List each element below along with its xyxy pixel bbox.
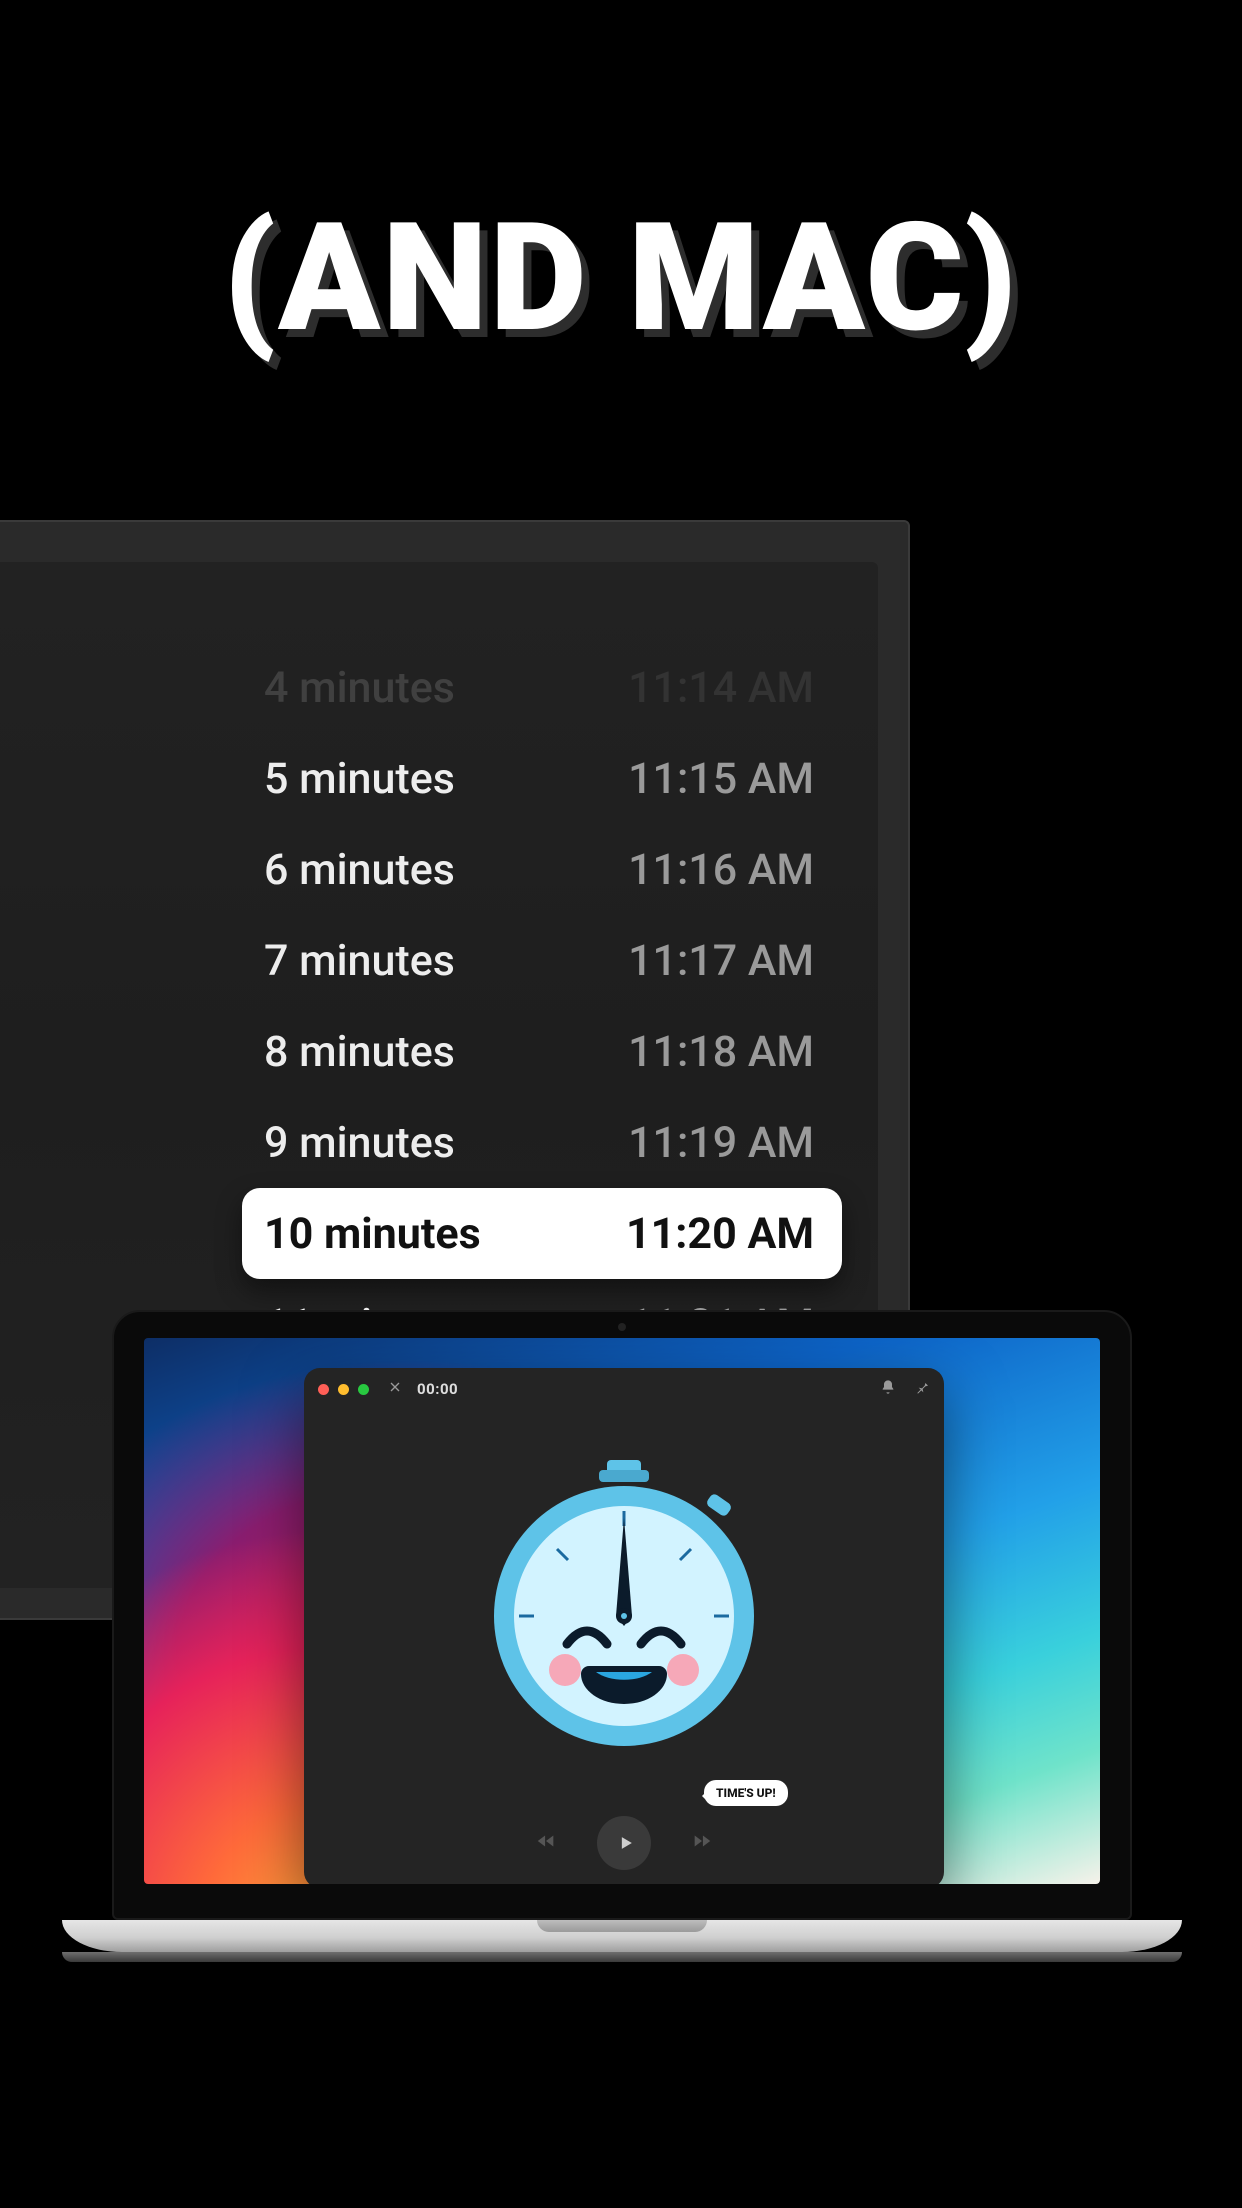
picker-time: 11:18 AM [628, 1027, 814, 1077]
picker-time: 11:16 AM [628, 845, 814, 895]
picker-duration: 6 minutes [264, 845, 455, 895]
picker-row[interactable]: 4 minutes 11:14 AM [242, 642, 842, 733]
speech-bubble: TIME'S UP! [704, 1780, 788, 1806]
picker-duration: 9 minutes [264, 1118, 455, 1168]
picker-time: 11:20 AM [626, 1209, 814, 1259]
titlebar-timer: 00:00 [417, 1380, 458, 1398]
picker-duration: 4 minutes [264, 663, 455, 713]
clock-face [304, 1414, 944, 1798]
traffic-light-close[interactable] [318, 1384, 329, 1395]
picker-row[interactable]: 6 minutes 11:16 AM [242, 824, 842, 915]
macbook-frame: 00:00 [112, 1310, 1132, 1962]
picker-time: 11:19 AM [628, 1118, 814, 1168]
picker-row[interactable]: 8 minutes 11:18 AM [242, 1006, 842, 1097]
picker-list[interactable]: 4 minutes 11:14 AM 5 minutes 11:15 AM 6 minu… [242, 642, 842, 1370]
traffic-light-zoom[interactable] [358, 1384, 369, 1395]
picker-duration: 5 minutes [264, 754, 455, 804]
macbook-screen-frame: 00:00 [112, 1310, 1132, 1920]
forward-icon[interactable] [691, 1830, 713, 1856]
traffic-lights[interactable] [318, 1384, 369, 1395]
traffic-light-minimize[interactable] [338, 1384, 349, 1395]
macbook-camera [618, 1323, 626, 1331]
playback-controls [304, 1816, 944, 1870]
headline: (AND MAC) [0, 190, 1242, 366]
picker-row[interactable]: 7 minutes 11:17 AM [242, 915, 842, 1006]
timer-app-window: 00:00 [304, 1368, 944, 1884]
macbook-notch [537, 1920, 707, 1932]
macbook-desktop: 00:00 [144, 1338, 1100, 1884]
picker-time: 11:17 AM [628, 936, 814, 986]
close-icon[interactable] [387, 1379, 403, 1400]
picker-duration: 7 minutes [264, 936, 455, 986]
picker-row[interactable]: 5 minutes 11:15 AM [242, 733, 842, 824]
bell-icon[interactable] [880, 1379, 896, 1399]
macbook-base [62, 1920, 1182, 1952]
play-button[interactable] [597, 1816, 651, 1870]
rewind-icon[interactable] [535, 1830, 557, 1856]
picker-row[interactable]: 9 minutes 11:19 AM [242, 1097, 842, 1188]
pin-icon[interactable] [914, 1379, 930, 1399]
titlebar: 00:00 [304, 1368, 944, 1410]
play-icon [616, 1833, 636, 1853]
picker-duration: 8 minutes [264, 1027, 455, 1077]
picker-time: 11:15 AM [628, 754, 814, 804]
stopwatch-icon [479, 1456, 769, 1756]
picker-row[interactable]: 10 minutes 11:20 AM [242, 1188, 842, 1279]
macbook-foot [62, 1952, 1182, 1962]
picker-time: 11:14 AM [628, 663, 814, 713]
picker-duration: 10 minutes [264, 1209, 481, 1259]
